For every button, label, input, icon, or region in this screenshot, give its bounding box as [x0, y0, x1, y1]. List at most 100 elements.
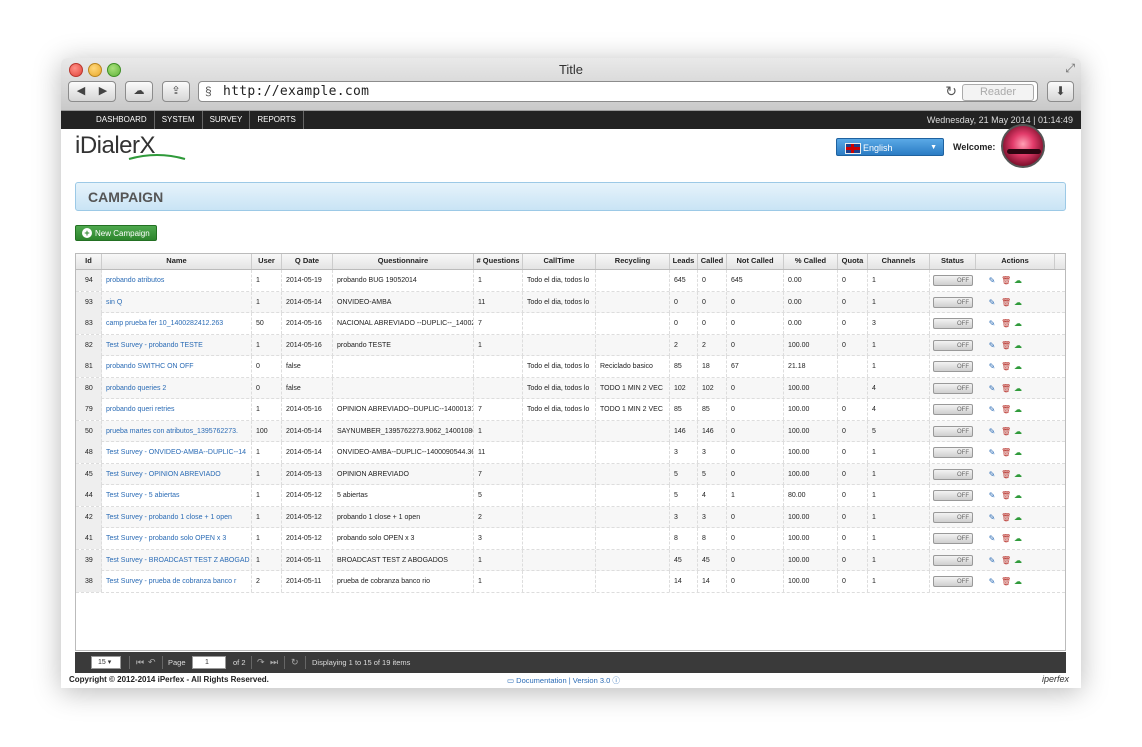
delete-icon[interactable]: 🗑: [1001, 491, 1011, 500]
user-avatar[interactable]: [1001, 124, 1045, 168]
status-toggle[interactable]: OFF: [933, 490, 973, 501]
upload-icon[interactable]: ☁: [1014, 534, 1022, 543]
edit-icon[interactable]: ✎: [988, 319, 996, 328]
column-header[interactable]: Id: [76, 254, 102, 269]
first-page-icon[interactable]: ⏮: [136, 656, 144, 669]
reader-button[interactable]: Reader: [962, 84, 1034, 101]
upload-icon[interactable]: ☁: [1014, 298, 1022, 307]
language-select[interactable]: English ▼: [836, 138, 944, 156]
last-page-icon[interactable]: ⏭: [270, 656, 278, 669]
url-text[interactable]: http://example.com: [223, 84, 369, 99]
table-row[interactable]: 79 probando queri retries 1 2014-05-16 OPINI…: [76, 399, 1065, 421]
edit-icon[interactable]: ✎: [988, 341, 996, 350]
column-header[interactable]: Questionnaire: [333, 254, 474, 269]
back-button[interactable]: ◀: [70, 82, 92, 101]
cell-name[interactable]: Test Survey - 5 abiertas: [102, 485, 252, 506]
table-row[interactable]: 93 sin Q 1 2014-05-14 ONVIDEO-AMBA 11 Todo el …: [76, 291, 1065, 313]
upload-icon[interactable]: ☁: [1014, 513, 1022, 522]
delete-icon[interactable]: 🗑: [1001, 556, 1011, 565]
icloud-tabs-button[interactable]: ☁: [125, 81, 153, 102]
upload-icon[interactable]: ☁: [1014, 556, 1022, 565]
status-toggle[interactable]: OFF: [933, 511, 973, 523]
status-toggle[interactable]: OFF: [933, 318, 973, 329]
column-header[interactable]: CallTime: [523, 254, 596, 269]
cell-name[interactable]: prueba martes con atributos_1395762273.: [102, 420, 252, 442]
column-header[interactable]: Quota: [838, 254, 868, 269]
downloads-button[interactable]: ⬇: [1047, 81, 1074, 102]
edit-icon[interactable]: ✎: [988, 556, 996, 565]
cell-name[interactable]: Test Survey - probando solo OPEN x 3: [102, 528, 252, 549]
column-header[interactable]: Channels: [868, 254, 930, 269]
column-header[interactable]: Not Called: [727, 254, 784, 269]
delete-icon[interactable]: 🗑: [1001, 448, 1011, 457]
status-toggle[interactable]: OFF: [933, 275, 973, 286]
column-header[interactable]: Name: [102, 254, 252, 269]
upload-icon[interactable]: ☁: [1014, 384, 1022, 393]
address-bar[interactable]: § http://example.com ↻ Reader: [198, 81, 1038, 102]
cell-name[interactable]: camp prueba fer 10_1400282412.263: [102, 313, 252, 334]
status-toggle[interactable]: OFF: [933, 447, 973, 458]
cell-name[interactable]: Test Survey - BROADCAST TEST Z ABOGAD: [102, 549, 252, 571]
edit-icon[interactable]: ✎: [988, 534, 996, 543]
delete-icon[interactable]: 🗑: [1001, 513, 1011, 522]
cell-name[interactable]: Test Survey - prueba de cobranza banco r: [102, 571, 252, 592]
delete-icon[interactable]: 🗑: [1001, 427, 1011, 436]
table-row[interactable]: 94 probando atributos 1 2014-05-19 probando …: [76, 270, 1065, 292]
status-toggle[interactable]: OFF: [933, 554, 973, 566]
delete-icon[interactable]: 🗑: [1001, 341, 1011, 350]
edit-icon[interactable]: ✎: [988, 470, 996, 479]
column-header[interactable]: User: [252, 254, 282, 269]
upload-icon[interactable]: ☁: [1014, 448, 1022, 457]
upload-icon[interactable]: ☁: [1014, 470, 1022, 479]
prev-page-icon[interactable]: ↶: [148, 656, 156, 669]
status-toggle[interactable]: OFF: [933, 404, 973, 415]
nav-survey[interactable]: SURVEY: [203, 111, 251, 129]
delete-icon[interactable]: 🗑: [1001, 534, 1011, 543]
delete-icon[interactable]: 🗑: [1001, 276, 1011, 285]
table-row[interactable]: 42 Test Survey - probando 1 close + 1 ope…: [76, 506, 1065, 528]
page-number-input[interactable]: 1: [192, 656, 226, 669]
edit-icon[interactable]: ✎: [988, 513, 996, 522]
edit-icon[interactable]: ✎: [988, 362, 996, 371]
delete-icon[interactable]: 🗑: [1001, 298, 1011, 307]
page-size-select[interactable]: 15 ▾: [91, 656, 121, 669]
table-row[interactable]: 50 prueba martes con atributos_1395762273…: [76, 420, 1065, 442]
table-row[interactable]: 38 Test Survey - prueba de cobranza banco…: [76, 571, 1065, 593]
status-toggle[interactable]: OFF: [933, 425, 973, 437]
forward-button[interactable]: ▶: [92, 82, 114, 101]
column-header[interactable]: Status: [930, 254, 976, 269]
status-toggle[interactable]: OFF: [933, 296, 973, 308]
cell-name[interactable]: Test Survey - probando TESTE: [102, 334, 252, 356]
upload-icon[interactable]: ☁: [1014, 319, 1022, 328]
status-toggle[interactable]: OFF: [933, 468, 973, 480]
upload-icon[interactable]: ☁: [1014, 276, 1022, 285]
table-row[interactable]: 80 probando queries 2 0 false Todo el dia, t…: [76, 377, 1065, 399]
cell-name[interactable]: probando queri retries: [102, 399, 252, 420]
status-toggle[interactable]: OFF: [933, 576, 973, 587]
delete-icon[interactable]: 🗑: [1001, 577, 1011, 586]
edit-icon[interactable]: ✎: [988, 276, 996, 285]
fullscreen-icon[interactable]: ⤢: [1065, 61, 1075, 76]
delete-icon[interactable]: 🗑: [1001, 362, 1011, 371]
refresh-icon[interactable]: ↻: [291, 656, 299, 669]
nav-system[interactable]: SYSTEM: [155, 111, 203, 129]
table-row[interactable]: 45 Test Survey - OPINION ABREVIADO 1 2014-0…: [76, 463, 1065, 485]
status-toggle[interactable]: OFF: [933, 361, 973, 372]
column-header[interactable]: # Questions: [474, 254, 523, 269]
status-toggle[interactable]: OFF: [933, 339, 973, 351]
table-row[interactable]: 44 Test Survey - 5 abiertas 1 2014-05-12 5 a…: [76, 485, 1065, 507]
cell-name[interactable]: probando SWITHC ON OFF: [102, 356, 252, 377]
upload-icon[interactable]: ☁: [1014, 491, 1022, 500]
share-button[interactable]: ⇪: [162, 81, 190, 102]
edit-icon[interactable]: ✎: [988, 427, 996, 436]
column-header[interactable]: Leads: [670, 254, 698, 269]
edit-icon[interactable]: ✎: [988, 384, 996, 393]
table-row[interactable]: 83 camp prueba fer 10_1400282412.263 50 201…: [76, 313, 1065, 335]
version-link[interactable]: Version 3.0: [573, 676, 611, 685]
documentation-link[interactable]: Documentation: [516, 676, 566, 685]
delete-icon[interactable]: 🗑: [1001, 470, 1011, 479]
upload-icon[interactable]: ☁: [1014, 427, 1022, 436]
column-header[interactable]: Called: [698, 254, 727, 269]
edit-icon[interactable]: ✎: [988, 298, 996, 307]
status-toggle[interactable]: OFF: [933, 533, 973, 544]
